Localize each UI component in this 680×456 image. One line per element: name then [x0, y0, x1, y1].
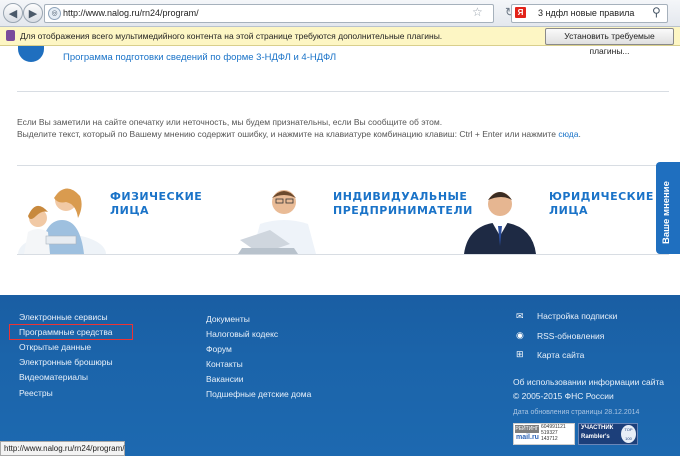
footer-link-registers[interactable]: Реестры — [19, 388, 53, 398]
badge2-title: УЧАСТНИК — [581, 425, 614, 431]
plugin-message: Для отображения всего мультимедийного ко… — [20, 31, 443, 41]
category-entrepreneurs-line2[interactable]: ПРЕДПРИНИМАТЕЛИ — [333, 204, 473, 218]
footer-link-tax-code[interactable]: Налоговый кодекс — [206, 329, 278, 339]
forward-arrow-icon: ▶ — [28, 7, 38, 20]
status-url: http://www.nalog.ru/rn24/program/ — [4, 444, 125, 453]
typo-notice-end: . — [578, 129, 581, 139]
copyright: © 2005-2015 ФНС России — [513, 391, 614, 401]
category-legal-entities-line1[interactable]: ЮРИДИЧЕСКИЕ — [549, 190, 654, 204]
footer-link-info-usage[interactable]: Об использовании информации сайта — [513, 377, 664, 387]
category-entrepreneurs[interactable]: ИНДИВИДУАЛЬНЫЕ ПРЕДПРИНИМАТЕЛИ — [333, 190, 473, 218]
category-legal-entities[interactable]: ЮРИДИЧЕСКИЕ ЛИЦА — [549, 190, 654, 218]
mailru-rating-badge[interactable]: РЕЙТИНГ mail.ru 604991121 519327 143712 — [513, 423, 575, 445]
plugin-icon — [6, 30, 15, 41]
plugin-notification-bar: Для отображения всего мультимедийного ко… — [0, 27, 680, 56]
update-date: Дата обновления страницы 28.12.2014 — [513, 409, 640, 416]
footer-link-sitemap[interactable]: Карта сайта — [537, 350, 584, 360]
search-bar[interactable]: Я 3 ндфл новые правила ⚲ — [511, 4, 668, 23]
footer-link-open-data[interactable]: Открытые данные — [19, 342, 91, 352]
typo-report-link[interactable]: сюда — [558, 129, 578, 139]
typo-notice-text: Выделите текст, который по Вашему мнению… — [17, 129, 556, 139]
status-bar: http://www.nalog.ru/rn24/program/ — [0, 441, 125, 456]
feedback-tab[interactable]: Ваше мнение — [656, 162, 680, 254]
badge2-site: Rambler's — [581, 434, 610, 440]
back-button[interactable]: ◀ — [3, 3, 23, 23]
footer-link-subscription[interactable]: Настройка подписки — [537, 311, 617, 321]
category-individuals-line1[interactable]: ФИЗИЧЕСКИЕ — [110, 190, 202, 204]
typo-notice-line2: Выделите текст, который по Вашему мнению… — [17, 129, 581, 139]
divider — [17, 254, 669, 255]
footer-link-videos[interactable]: Видеоматериалы — [19, 372, 88, 382]
install-plugins-button[interactable]: Установить требуемые плагины... — [545, 28, 674, 56]
footer-link-rss[interactable]: RSS-обновления — [537, 331, 604, 341]
category-legal-entities-line2[interactable]: ЛИЦА — [549, 204, 654, 218]
category-entrepreneurs-line1[interactable]: ИНДИВИДУАЛЬНЫЕ — [333, 190, 473, 204]
typo-notice-line1: Если Вы заметили на сайте опечатку или н… — [17, 117, 443, 127]
badge2-top: TOP 100 — [621, 425, 636, 443]
url-text[interactable]: http://www.nalog.ru/rn24/program/ — [63, 8, 199, 18]
browser-toolbar: ◀ ▶ ◎ http://www.nalog.ru/rn24/program/ … — [0, 0, 680, 27]
program-bullet-icon — [18, 46, 44, 62]
address-bar[interactable]: ◎ http://www.nalog.ru/rn24/program/ ☆ ↻ — [44, 4, 515, 23]
badge1-title: РЕЙТИНГ — [515, 425, 539, 433]
category-individuals-line2[interactable]: ЛИЦА — [110, 204, 202, 218]
category-individuals[interactable]: ФИЗИЧЕСКИЕ ЛИЦА — [110, 190, 202, 218]
feedback-tab-label[interactable]: Ваше мнение — [661, 181, 672, 244]
footer-link-orphanages[interactable]: Подшефные детские дома — [206, 389, 311, 399]
bookmark-star-icon[interactable]: ☆ — [472, 5, 483, 19]
highlight-box — [9, 324, 133, 340]
sitemap-icon: ⊞ — [516, 349, 524, 359]
mail-icon: ✉ — [516, 311, 524, 321]
divider — [17, 91, 669, 92]
site-globe-icon: ◎ — [48, 7, 61, 20]
search-input[interactable]: 3 ндфл новые правила — [538, 8, 634, 18]
magnifier-icon[interactable]: ⚲ — [652, 5, 661, 19]
rss-icon: ◉ — [516, 330, 524, 340]
forward-button[interactable]: ▶ — [23, 3, 43, 23]
back-arrow-icon: ◀ — [8, 7, 18, 20]
footer-link-forum[interactable]: Форум — [206, 344, 232, 354]
footer-link-e-services[interactable]: Электронные сервисы — [19, 312, 108, 322]
individuals-photo[interactable] — [18, 180, 106, 254]
badge1-number: 143712 — [541, 436, 558, 442]
footer-link-documents[interactable]: Документы — [206, 314, 250, 324]
badge1-numbers: 604991121 519327 143712 — [541, 424, 566, 442]
footer-link-brochures[interactable]: Электронные брошюры — [19, 357, 113, 367]
rambler-top100-badge[interactable]: УЧАСТНИК Rambler's TOP 100 — [578, 423, 638, 445]
badge1-site: mail.ru — [516, 434, 539, 441]
legal-entities-photo[interactable] — [458, 180, 542, 254]
footer-link-vacancies[interactable]: Вакансии — [206, 374, 243, 384]
entrepreneurs-photo[interactable] — [236, 180, 332, 254]
divider — [17, 165, 669, 166]
program-link[interactable]: Программа подготовки сведений по форме 3… — [63, 52, 336, 63]
footer-link-contacts[interactable]: Контакты — [206, 359, 243, 369]
yandex-icon[interactable]: Я — [515, 7, 526, 18]
